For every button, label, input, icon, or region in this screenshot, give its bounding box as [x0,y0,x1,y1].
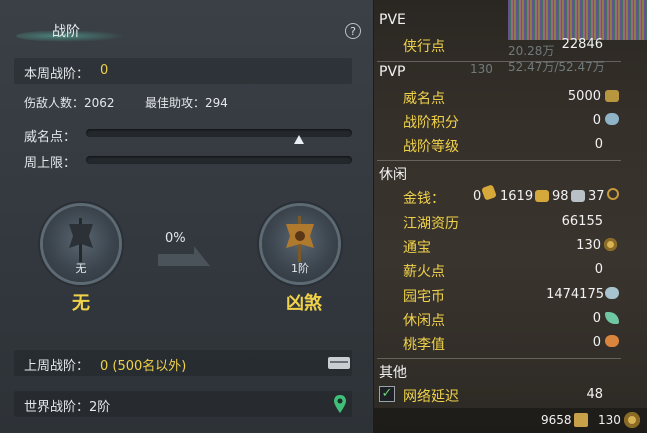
world-rank-label: 世界战阶：2阶 [24,400,111,415]
prestige-marker [293,135,304,144]
week-rank-row: 本周战阶： 0 [14,58,352,84]
yuanzhai-icon [605,287,619,299]
week-rank-value: 0 [100,63,109,78]
current-rank-name: 无 [72,293,90,314]
week-rank-label: 本周战阶： [24,67,90,82]
yuanzhai-value: 1474175 [546,287,604,302]
footer-coin-icon [624,412,640,428]
weekly-cap-label: 周上限： [24,156,77,171]
leisure-point-label: 休闲点 [403,313,445,329]
jianghu-label: 江湖资历 [403,216,459,232]
prestige-label: 威名点： [24,130,77,145]
leaf-icon [605,312,619,324]
boot-icon [574,413,588,427]
next-rank-name: 凶煞 [286,293,322,314]
hud-ghost-level: 130 [470,62,493,76]
footer-left-value: 9658 [541,413,572,427]
tongbao-label: 通宝 [403,240,431,256]
latency-label: 网络延迟 [403,389,459,405]
pve-xiaxing-label: 侠行点 [403,39,445,55]
money-gold: 1619 [500,189,534,204]
money-label: 金钱： [403,191,445,207]
money-ingot: 0 [473,189,482,204]
prestige-coin-icon [605,90,619,102]
silver-icon [571,190,585,202]
pve-section-title: PVE [379,12,406,28]
footer-bar: 9658 130 [374,408,647,433]
pvp-prestige-value: 5000 [567,89,601,104]
currency-panel: 20.28万 52.47万/52.47万 130 PVE 侠行点 22846 P… [374,0,647,433]
gourd-icon [605,335,619,347]
taoli-label: 桃李值 [403,337,445,353]
gold-icon [535,190,549,202]
money-silver: 98 [552,189,569,204]
location-pin-icon[interactable] [333,394,347,414]
last-week-value: 0 (500名以外) [100,359,187,374]
latency-checkbox[interactable]: ✓ [379,386,395,402]
panel-header: 战阶 ? [0,0,374,52]
next-rank-small-label: 1阶 [291,262,309,275]
tongbao-coin-icon [604,238,617,251]
panel-title: 战阶 [52,24,80,40]
footer-right-value: 130 [598,413,621,427]
money-copper: 37 [588,189,605,204]
leisure-point-value: 0 [592,311,601,326]
leisure-section-title: 休闲 [379,167,407,183]
progress-arrow-icon [158,246,210,266]
world-rank-row: 世界战阶：2阶 [14,391,352,417]
best-assist: 最佳助攻：294 [145,96,228,110]
pvp-level-label: 战阶等级 [403,139,459,155]
last-week-row: 上周战阶： 0 (500名以外) [14,350,352,376]
chest-icon[interactable] [327,355,351,371]
pvp-section-title: PVP [379,64,406,80]
taoli-value: 0 [592,335,601,350]
background-hud-strip [508,0,647,40]
last-week-label: 上周战阶： [24,359,90,374]
yuanzhai-label: 园宅币 [403,289,445,305]
other-section-title: 其他 [379,365,407,381]
pvp-score-label: 战阶积分 [403,115,459,131]
pve-xiaxing-value: 22846 [561,37,603,52]
prestige-bar [86,129,352,137]
section-divider [377,160,621,161]
enemies-count: 伤敌人数：2062 [24,96,115,110]
section-divider [377,358,621,359]
hud-ghost-hp: 20.28万 [508,44,555,58]
xinhuo-label: 薪火点 [403,264,445,280]
battle-rank-panel: 战阶 ? 本周战阶： 0 伤敌人数：2062 最佳助攻：294 威名点： 周上限… [0,0,374,433]
pvp-score-value: 0 [592,113,601,128]
pvp-level-value: 0 [594,137,603,152]
tongbao-value: 130 [576,238,601,253]
weekly-cap-bar [86,156,352,164]
xinhuo-value: 0 [594,262,603,277]
next-rank-medal: 1阶 [262,206,338,282]
latency-value: 48 [586,387,603,402]
ingot-icon [481,184,497,201]
score-crystal-icon [605,113,619,125]
copper-coin-icon [607,188,619,200]
pvp-prestige-label: 威名点 [403,91,445,107]
section-divider [377,61,621,62]
jianghu-value: 66155 [561,214,603,229]
help-icon[interactable]: ? [345,23,361,39]
current-rank-medal: 无 [43,206,119,282]
current-rank-small-label: 无 [75,262,87,275]
